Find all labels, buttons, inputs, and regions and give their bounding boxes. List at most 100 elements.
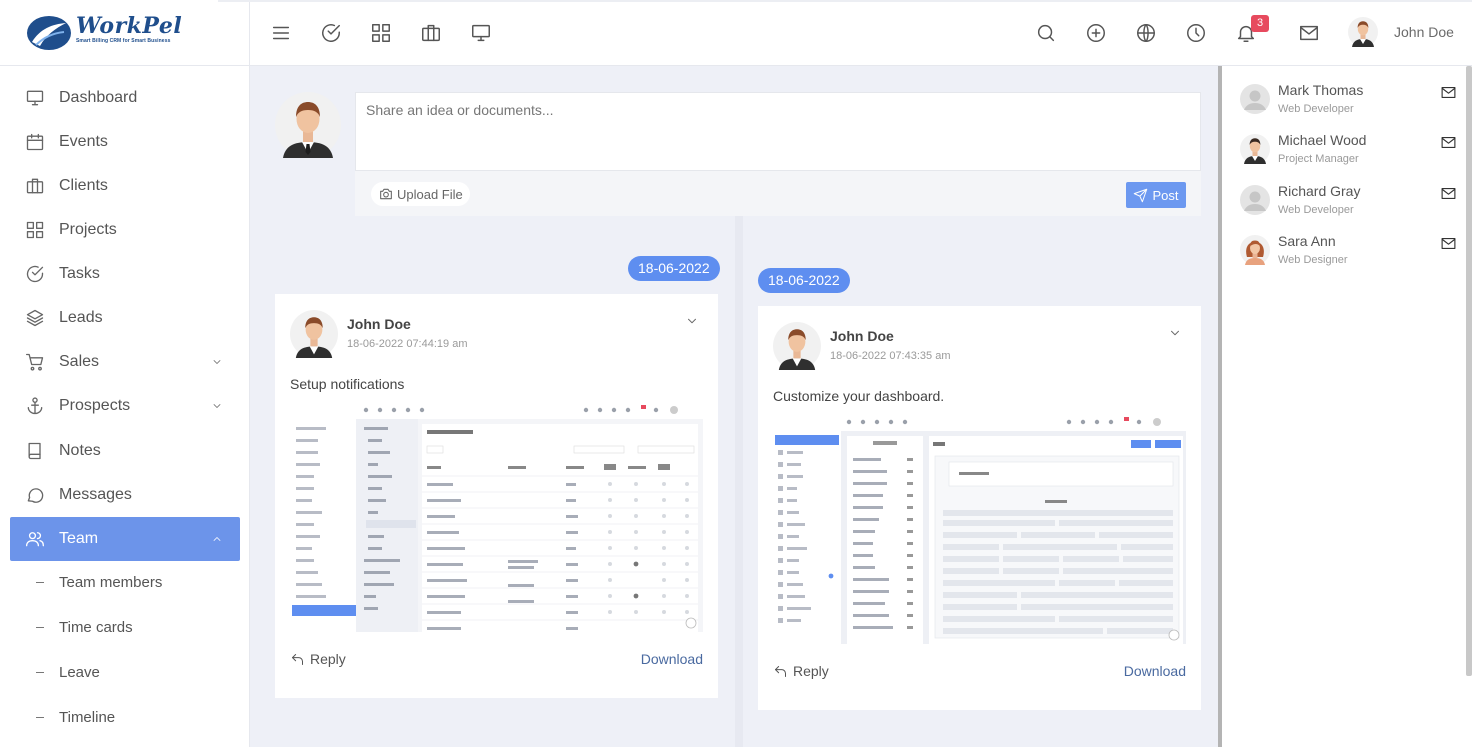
globe-icon[interactable] — [1135, 22, 1157, 44]
team-member-item[interactable]: Sara Ann Web Designer — [1240, 233, 1456, 277]
timeline-post: John Doe 18-06-2022 07:43:35 am Customiz… — [758, 306, 1201, 710]
team-member-item[interactable]: Mark Thomas Web Developer — [1240, 82, 1456, 126]
post-button[interactable]: Post — [1126, 182, 1186, 208]
post-attachment-image[interactable] — [773, 414, 1186, 644]
brand-tagline: Smart Billing CRM for Smart Business — [76, 38, 171, 44]
sidebar-item-dashboard[interactable]: Dashboard — [10, 76, 240, 120]
chevron-down-icon[interactable] — [685, 314, 699, 328]
notification-badge[interactable]: 3 — [1251, 15, 1269, 32]
team-member-item[interactable]: Michael Wood Project Manager — [1240, 132, 1456, 176]
sidebar-item-label: Notes — [59, 442, 101, 459]
dash-icon — [36, 717, 44, 718]
users-icon — [26, 532, 44, 547]
sidebar-item-label: Dashboard — [59, 89, 138, 106]
sidebar-subitem-label: Team members — [59, 574, 163, 591]
sidebar-subitem-label: Time cards — [59, 619, 133, 636]
reply-icon — [775, 665, 786, 677]
sidebar-subitem-team-members[interactable]: Team members — [36, 574, 162, 591]
member-name: Richard Gray — [1278, 183, 1361, 199]
post-timestamp: 18-06-2022 07:44:19 am — [347, 338, 468, 350]
post-text: Setup notifications — [290, 376, 405, 392]
sidebar-item-clients[interactable]: Clients — [10, 164, 240, 208]
dash-icon — [36, 582, 44, 583]
sidebar-subitem-timeline[interactable]: Timeline — [36, 709, 115, 726]
sidebar-item-label: Projects — [59, 221, 117, 238]
sidebar-item-messages[interactable]: Messages — [10, 473, 240, 517]
clock-icon[interactable] — [1185, 22, 1207, 44]
timeline-line — [735, 216, 743, 747]
team-member-item[interactable]: Richard Gray Web Developer — [1240, 183, 1456, 227]
reply-icon — [292, 653, 303, 665]
sidebar-item-label: Clients — [59, 177, 108, 194]
post-text: Customize your dashboard. — [773, 388, 945, 404]
member-role: Web Designer — [1278, 254, 1348, 266]
sidebar-item-label: Sales — [59, 353, 100, 370]
timeline-date-badge: 18-06-2022 — [758, 268, 850, 293]
post-input[interactable]: Share an idea or documents... — [355, 92, 1201, 171]
brand-logo[interactable]: WorkPel Smart Billing CRM for Smart Busi… — [0, 0, 250, 66]
post-author[interactable]: John Doe — [830, 328, 894, 344]
mail-icon[interactable] — [1440, 235, 1457, 252]
reply-label: Reply — [310, 651, 346, 667]
sidebar-item-notes[interactable]: Notes — [10, 429, 240, 473]
chevron-down-icon[interactable] — [211, 400, 223, 412]
grid-icon — [26, 221, 44, 239]
briefcase-icon[interactable] — [420, 22, 442, 44]
member-name: Michael Wood — [1278, 132, 1367, 148]
chevron-down-icon[interactable] — [1168, 326, 1182, 340]
post-button-label: Post — [1152, 187, 1179, 203]
sidebar-item-sales[interactable]: Sales — [10, 340, 240, 384]
plus-circle-icon[interactable] — [1085, 22, 1107, 44]
reply-label: Reply — [793, 663, 829, 679]
member-name: Sara Ann — [1278, 233, 1336, 249]
sidebar-subitem-leave[interactable]: Leave — [36, 664, 100, 681]
sidebar-item-events[interactable]: Events — [10, 120, 240, 164]
current-user-avatar — [275, 92, 341, 158]
mail-icon[interactable] — [1298, 22, 1320, 44]
sidebar-item-team[interactable]: Team — [10, 517, 240, 561]
sidebar-item-label: Events — [59, 133, 108, 150]
member-avatar — [1240, 235, 1270, 265]
sidebar-item-label: Tasks — [59, 265, 100, 282]
member-role: Project Manager — [1278, 153, 1359, 165]
scrollbar[interactable] — [1466, 66, 1472, 676]
reply-button[interactable]: Reply — [773, 663, 829, 679]
post-timestamp: 18-06-2022 07:43:35 am — [830, 350, 951, 362]
user-name[interactable]: John Doe — [1394, 24, 1454, 40]
grid-icon[interactable] — [370, 22, 392, 44]
upload-file-button[interactable]: Upload File — [371, 182, 470, 206]
sidebar-subitem-label: Timeline — [59, 709, 116, 726]
timeline-post: John Doe 18-06-2022 07:44:19 am Setup no… — [275, 294, 718, 698]
post-composer: Share an idea or documents... Upload Fil… — [355, 92, 1201, 216]
camera-icon — [380, 188, 392, 200]
mail-icon[interactable] — [1440, 185, 1457, 202]
sidebar-subitem-label: Leave — [59, 664, 100, 681]
briefcase-icon — [26, 178, 44, 194]
member-role: Web Developer — [1278, 103, 1354, 115]
chevron-down-icon[interactable] — [211, 356, 223, 368]
user-avatar[interactable] — [1348, 17, 1378, 47]
sidebar-item-leads[interactable]: Leads — [10, 296, 240, 340]
reply-button[interactable]: Reply — [290, 651, 346, 667]
monitor-icon[interactable] — [470, 22, 492, 44]
sidebar-item-tasks[interactable]: Tasks — [10, 252, 240, 296]
placeholder-avatar — [1240, 84, 1270, 114]
sidebar-subitem-time-cards[interactable]: Time cards — [36, 619, 133, 636]
top-bar-border — [218, 0, 1472, 2]
menu-icon[interactable] — [270, 22, 292, 44]
download-link[interactable]: Download — [1124, 663, 1186, 679]
cart-icon — [26, 353, 44, 371]
post-author[interactable]: John Doe — [347, 316, 411, 332]
post-attachment-image[interactable] — [290, 402, 703, 632]
mail-icon[interactable] — [1440, 84, 1457, 101]
mail-icon[interactable] — [1440, 134, 1457, 151]
download-link[interactable]: Download — [641, 651, 703, 667]
check-circle-icon[interactable] — [320, 22, 342, 44]
search-icon[interactable] — [1035, 22, 1057, 44]
sidebar-item-prospects[interactable]: Prospects — [10, 384, 240, 428]
sidebar-item-projects[interactable]: Projects — [10, 208, 240, 252]
top-bar: 3 John Doe — [218, 0, 1472, 66]
dash-icon — [36, 627, 44, 628]
chevron-up-icon[interactable] — [211, 533, 223, 545]
layers-icon — [26, 309, 44, 327]
